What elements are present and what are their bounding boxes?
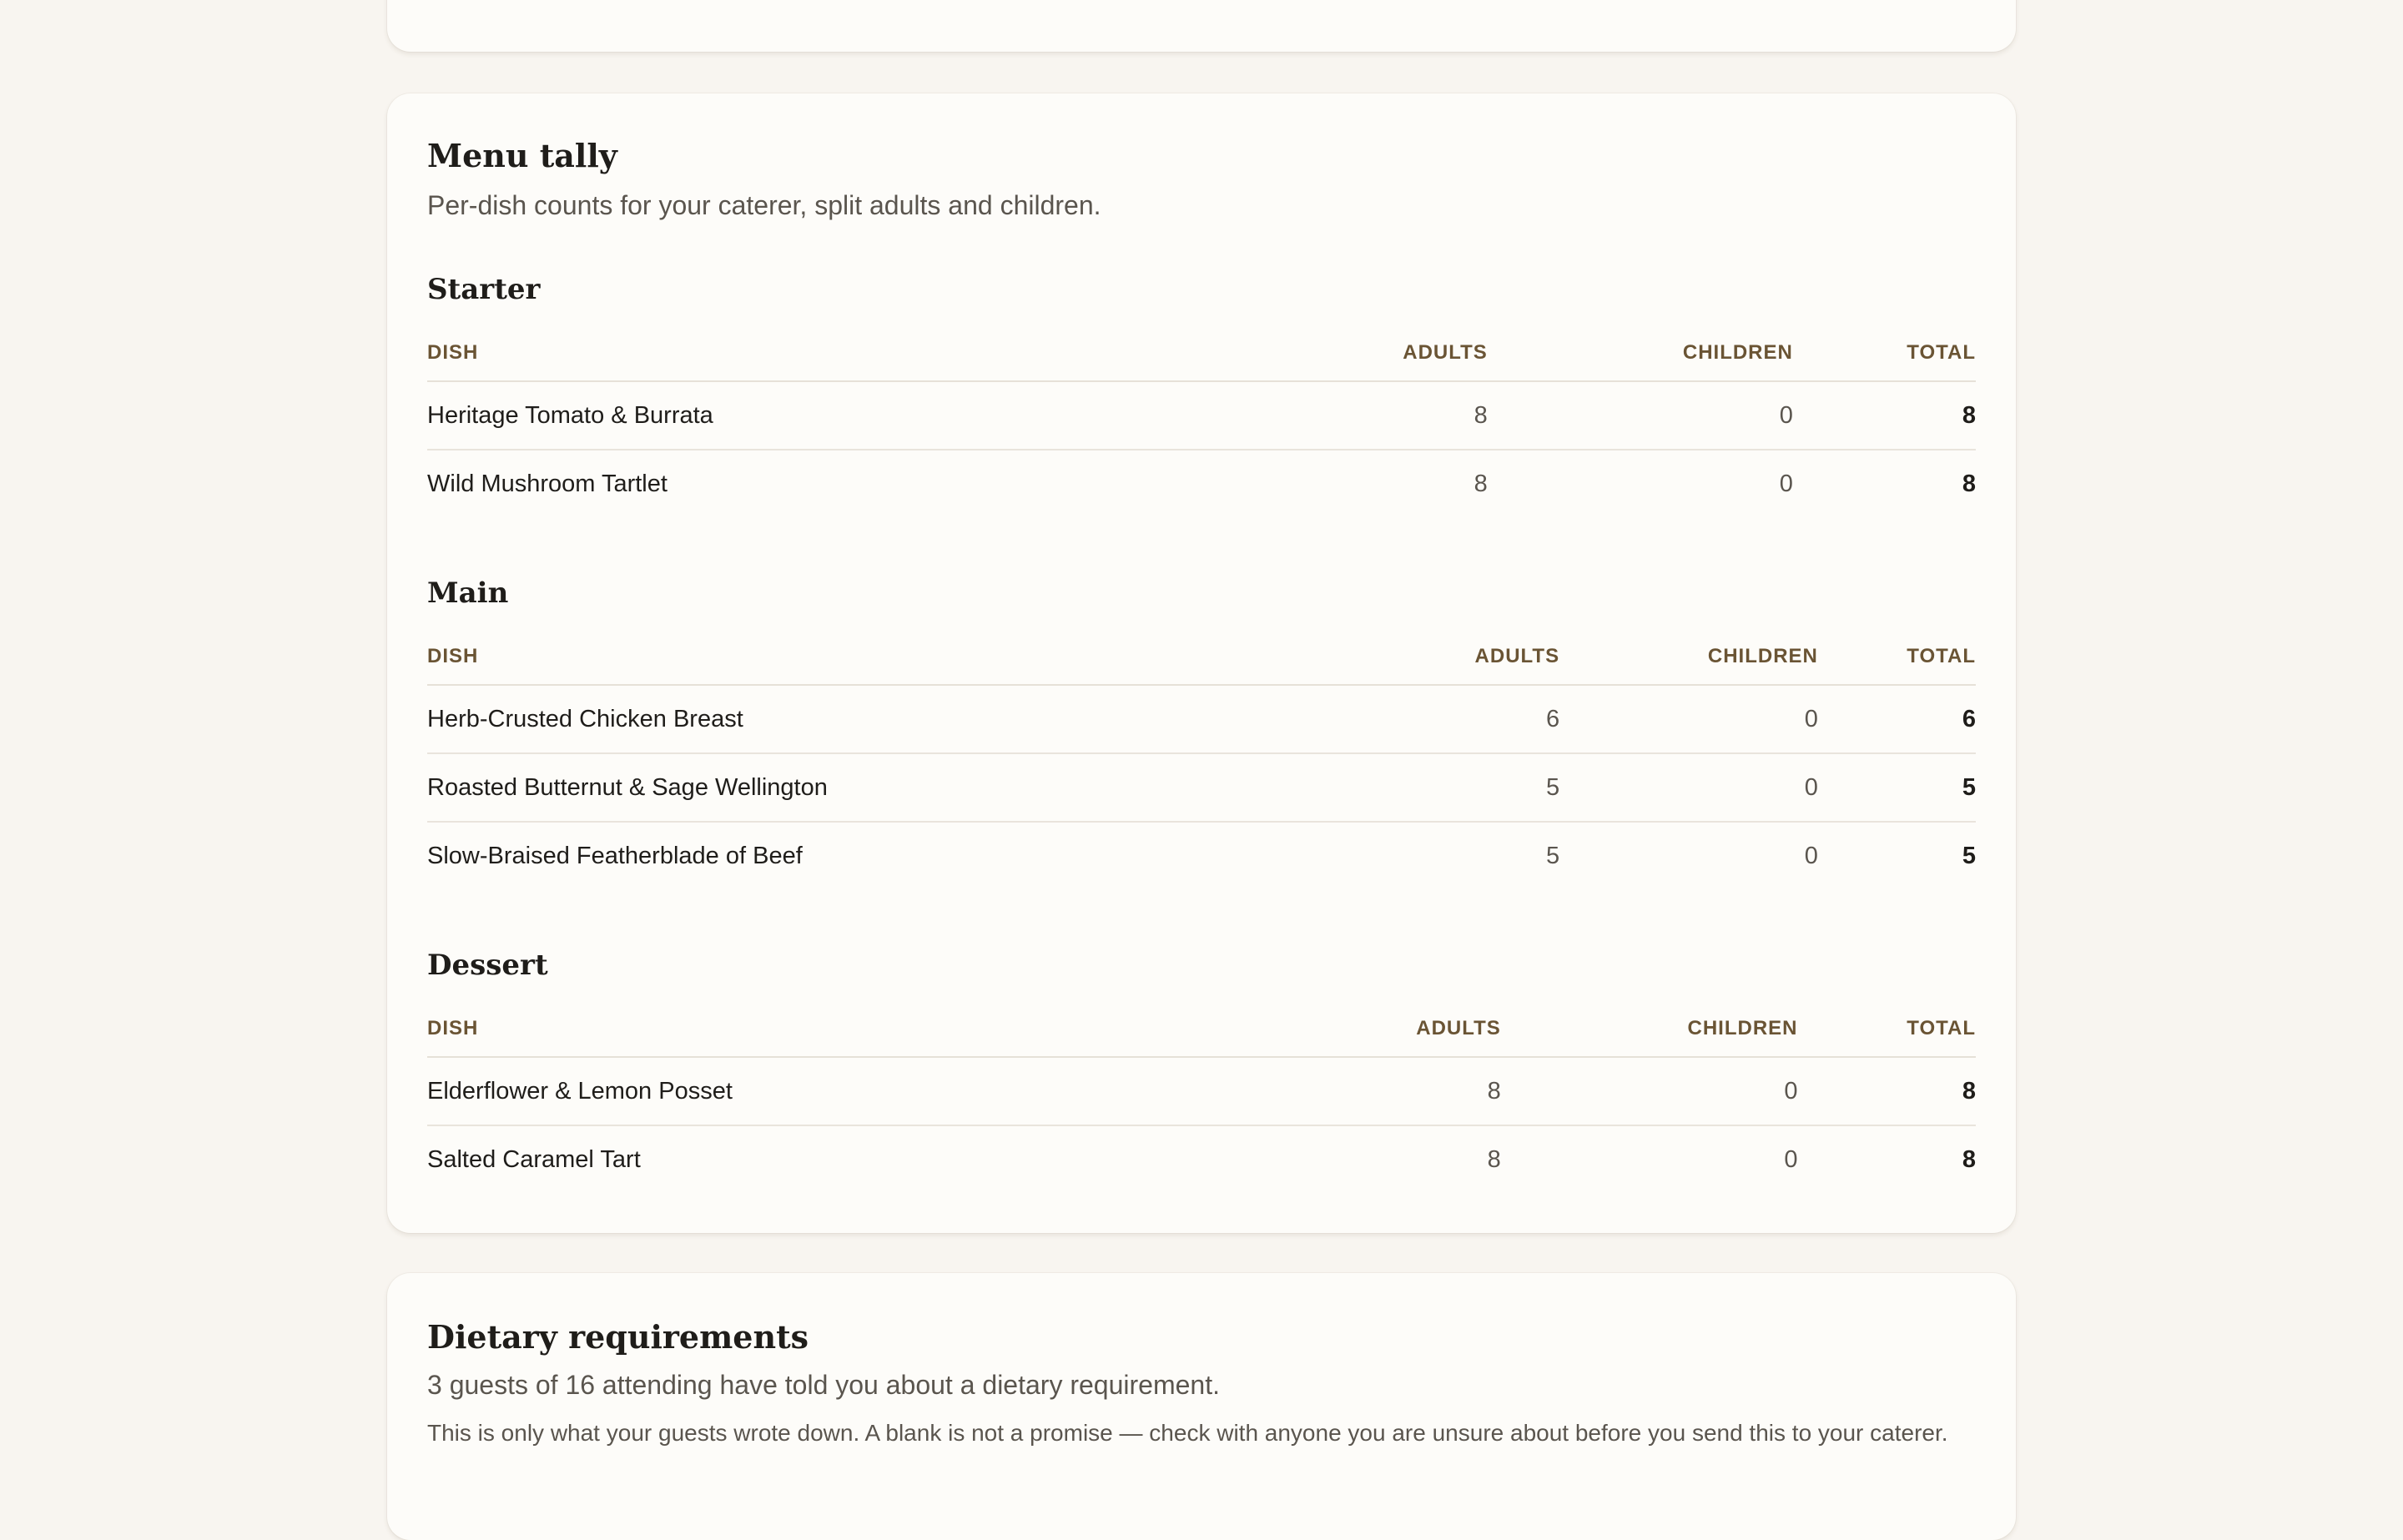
table-row: Slow-Braised Featherblade of Beef 5 0 5 (427, 822, 1976, 889)
adults-count: 8 (1474, 470, 1488, 497)
adults-count: 8 (1416, 1057, 1501, 1126)
dietary-note: This is only what your guests wrote down… (427, 1420, 1948, 1446)
column-header-adults: ADULTS (1416, 1001, 1501, 1058)
dietary-summary: 3 guests of 16 attending have told you a… (427, 1370, 1220, 1400)
total-count: 8 (1962, 470, 1976, 497)
section-title-main: Main (427, 576, 509, 610)
total-count: 8 (1792, 381, 1976, 450)
children-count: 0 (1559, 753, 1818, 823)
column-header-dish: DISH (427, 1001, 1417, 1058)
children-count: 0 (1487, 381, 1793, 450)
column-header-total: TOTAL (1817, 629, 1976, 686)
dietary-title: Dietary requirements (427, 1318, 809, 1356)
column-header-total: TOTAL (1792, 325, 1976, 382)
column-header-adults: ADULTS (1474, 629, 1560, 686)
dish-name: Herb-Crusted Chicken Breast (427, 685, 1475, 754)
column-header-children: CHILDREN (1487, 325, 1793, 382)
adults-count: 8 (1403, 381, 1488, 450)
children-count: 0 (1500, 1057, 1798, 1126)
table-row: Herb-Crusted Chicken Breast 6 0 6 (427, 685, 1976, 754)
section-title-dessert: Dessert (427, 949, 548, 982)
dish-name: Slow-Braised Featherblade of Beef (427, 842, 803, 869)
dietary-card: Dietary requirements 3 guests of 16 atte… (387, 1273, 2016, 1540)
dish-name: Salted Caramel Tart (427, 1145, 641, 1173)
main-table: DISH ADULTS CHILDREN TOTAL Herb-Crusted … (427, 629, 1976, 889)
previous-card (387, 0, 2016, 52)
dessert-table: DISH ADULTS CHILDREN TOTAL Elderflower &… (427, 1001, 1976, 1193)
total-count: 6 (1817, 685, 1976, 754)
column-header-children: CHILDREN (1559, 629, 1818, 686)
table-header-row: DISH ADULTS CHILDREN TOTAL (427, 1001, 1976, 1058)
table-header-row: DISH ADULTS CHILDREN TOTAL (427, 325, 1976, 382)
table-row: Heritage Tomato & Burrata 8 0 8 (427, 381, 1976, 450)
table-header-row: DISH ADULTS CHILDREN TOTAL (427, 629, 1976, 686)
column-header-dish: DISH (427, 325, 1403, 382)
menu-tally-title: Menu tally (427, 137, 617, 174)
dish-name: Roasted Butternut & Sage Wellington (427, 753, 1475, 823)
children-count: 0 (1784, 1145, 1798, 1173)
dish-name: Elderflower & Lemon Posset (427, 1057, 1417, 1126)
table-row: Roasted Butternut & Sage Wellington 5 0 … (427, 753, 1976, 823)
menu-tally-card: Menu tally Per-dish counts for your cate… (387, 93, 2016, 1233)
table-row: Wild Mushroom Tartlet 8 0 8 (427, 450, 1976, 517)
children-count: 0 (1804, 842, 1818, 869)
column-header-children: CHILDREN (1500, 1001, 1798, 1058)
total-count: 5 (1962, 842, 1976, 869)
total-count: 5 (1817, 753, 1976, 823)
table-row: Salted Caramel Tart 8 0 8 (427, 1125, 1976, 1193)
starter-table: DISH ADULTS CHILDREN TOTAL Heritage Toma… (427, 325, 1976, 517)
adults-count: 6 (1474, 685, 1560, 754)
dish-name: Wild Mushroom Tartlet (427, 470, 668, 497)
table-row: Elderflower & Lemon Posset 8 0 8 (427, 1057, 1976, 1126)
column-header-adults: ADULTS (1403, 325, 1488, 382)
total-count: 8 (1962, 1145, 1976, 1173)
adults-count: 5 (1545, 842, 1560, 869)
children-count: 0 (1559, 685, 1818, 754)
total-count: 8 (1797, 1057, 1976, 1126)
dish-name: Heritage Tomato & Burrata (427, 381, 1403, 450)
menu-tally-subtitle: Per-dish counts for your caterer, split … (427, 190, 1101, 220)
column-header-total: TOTAL (1797, 1001, 1976, 1058)
column-header-dish: DISH (427, 629, 1475, 686)
children-count: 0 (1779, 470, 1793, 497)
adults-count: 8 (1487, 1145, 1501, 1173)
adults-count: 5 (1474, 753, 1560, 823)
section-title-starter: Starter (427, 273, 541, 306)
